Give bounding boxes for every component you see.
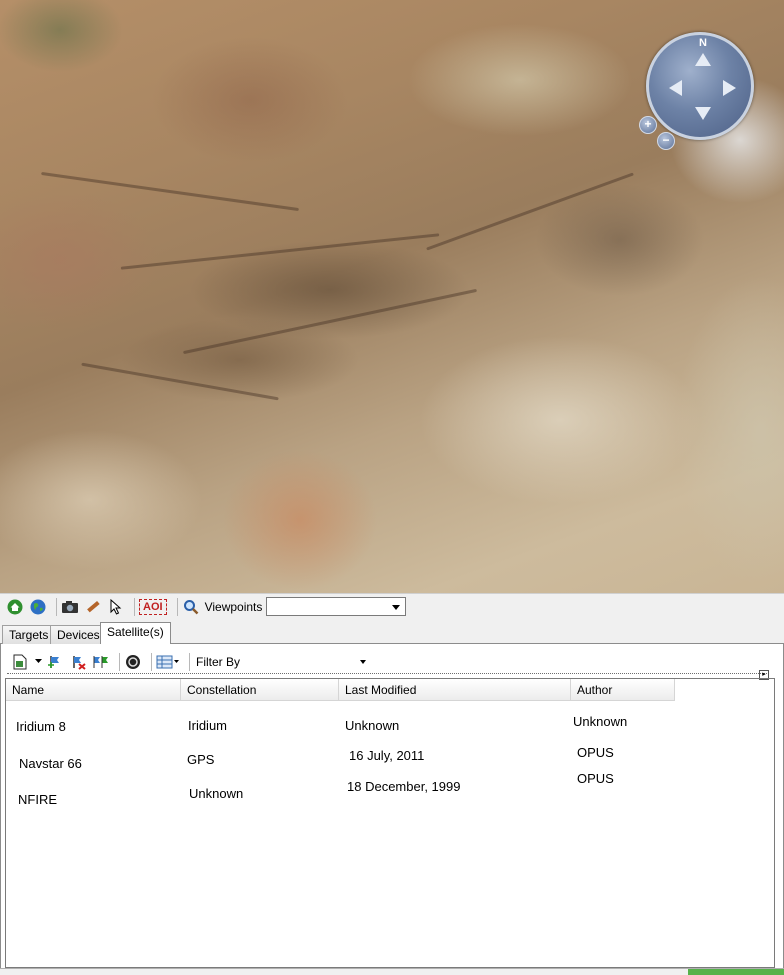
column-header-author[interactable]: Author xyxy=(571,679,675,701)
pan-up-arrow-icon[interactable] xyxy=(695,53,711,66)
table-cell-constellation: GPS xyxy=(187,752,215,767)
tab-targets[interactable]: Targets xyxy=(2,625,56,644)
table-cell-last-modified: 18 December, 1999 xyxy=(347,779,461,794)
record-icon[interactable] xyxy=(124,653,142,671)
satellite-map-view[interactable]: N + − xyxy=(0,0,784,593)
viewpoints-label: Viewpoints xyxy=(204,599,263,614)
link-flags-icon[interactable] xyxy=(92,653,110,671)
satellites-panel: Filter By ▸ Name Constellation Last Modi… xyxy=(0,644,784,974)
toolbar-separator xyxy=(134,597,135,616)
tab-devices[interactable]: Devices xyxy=(50,625,107,644)
new-document-icon[interactable] xyxy=(11,653,29,671)
search-icon[interactable] xyxy=(182,598,200,616)
ruler-icon[interactable] xyxy=(84,598,102,616)
toolbar-separator xyxy=(176,597,178,616)
table-cell-constellation: Iridium xyxy=(188,718,228,733)
viewpoints-dropdown[interactable] xyxy=(266,597,407,616)
toolbar-separator xyxy=(151,652,152,671)
zoom-out-button[interactable]: − xyxy=(657,132,675,150)
table-cell-name[interactable]: Iridium 8 xyxy=(16,719,66,734)
terrain-ridge xyxy=(41,171,299,212)
remove-flag-icon[interactable] xyxy=(69,653,87,671)
table-cell-author: Unknown xyxy=(573,714,628,729)
terrain-ridge xyxy=(426,172,634,251)
pointer-cursor-icon[interactable] xyxy=(107,598,125,616)
navigation-compass[interactable]: N xyxy=(646,32,754,140)
pan-down-arrow-icon[interactable] xyxy=(695,107,711,120)
toolbar-separator xyxy=(189,652,190,671)
terrain-ridge xyxy=(81,362,279,401)
table-cell-author: OPUS xyxy=(577,745,614,760)
toolbar-separator xyxy=(119,652,120,671)
tab-strip: Targets Devices Satellite(s) xyxy=(0,622,784,645)
zoom-in-button[interactable]: + xyxy=(639,116,657,134)
status-strip xyxy=(0,968,784,975)
column-header-constellation[interactable]: Constellation xyxy=(181,679,339,701)
table-cell-constellation: Unknown xyxy=(189,786,244,801)
add-flag-icon[interactable] xyxy=(46,653,64,671)
progress-indicator xyxy=(688,969,784,975)
satellite-table: Name Constellation Last Modified Author … xyxy=(5,678,775,968)
column-header-name[interactable]: Name xyxy=(6,679,181,701)
globe-icon[interactable] xyxy=(29,598,47,616)
terrain-ridge xyxy=(120,233,440,270)
tab-satellites[interactable]: Satellite(s) xyxy=(100,622,171,645)
terrain-ridge xyxy=(182,288,478,355)
table-cell-name[interactable]: NFIRE xyxy=(18,792,57,807)
table-cell-author: OPUS xyxy=(577,771,614,786)
dropdown-arrow-icon[interactable] xyxy=(34,653,42,671)
pan-right-arrow-icon[interactable] xyxy=(723,80,736,96)
column-header-last-modified[interactable]: Last Modified xyxy=(339,679,571,701)
main-toolbar: AOI Viewpoints xyxy=(0,593,784,619)
grid-view-icon[interactable] xyxy=(156,653,180,671)
camera-icon[interactable] xyxy=(61,598,79,616)
aoi-button[interactable]: AOI xyxy=(139,598,167,615)
pan-left-arrow-icon[interactable] xyxy=(669,80,682,96)
table-cell-last-modified: 16 July, 2011 xyxy=(349,748,425,763)
panel-toolbar: Filter By ▸ xyxy=(7,650,769,680)
filter-by-dropdown[interactable]: Filter By xyxy=(196,655,366,669)
compass-north-label: N xyxy=(699,37,707,49)
toolbar-separator xyxy=(56,597,57,616)
home-icon[interactable] xyxy=(6,598,24,616)
table-cell-last-modified: Unknown xyxy=(345,718,400,733)
table-cell-name[interactable]: Navstar 66 xyxy=(19,756,82,771)
